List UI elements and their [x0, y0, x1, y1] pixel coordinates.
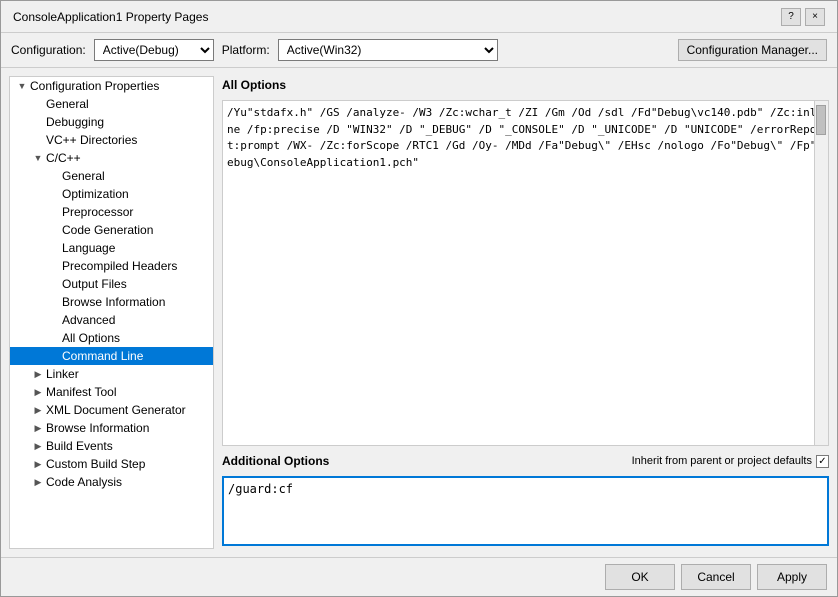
- main-content: ▼ Configuration Properties General Debug…: [1, 68, 837, 557]
- footer: OK Cancel Apply: [1, 557, 837, 596]
- scrollbar-track[interactable]: [814, 101, 828, 445]
- all-options-box: /Yu"stdafx.h" /GS /analyze- /W3 /Zc:wcha…: [222, 100, 829, 446]
- platform-label: Platform:: [222, 43, 270, 57]
- tree-item-manifest-tool[interactable]: ▶ Manifest Tool: [10, 383, 213, 401]
- all-options-text: /Yu"stdafx.h" /GS /analyze- /W3 /Zc:wcha…: [227, 106, 823, 169]
- expander-icon: ▶: [30, 477, 46, 488]
- tree-item-general[interactable]: General: [10, 95, 213, 113]
- tree-item-xml-doc-gen[interactable]: ▶ XML Document Generator: [10, 401, 213, 419]
- scrollbar-thumb: [816, 105, 826, 135]
- close-button[interactable]: ×: [805, 8, 825, 26]
- tree-item-preprocessor[interactable]: Preprocessor: [10, 203, 213, 221]
- tree-item-config-props[interactable]: ▼ Configuration Properties: [10, 77, 213, 95]
- tree-item-language[interactable]: Language: [10, 239, 213, 257]
- tree-item-output-files[interactable]: Output Files: [10, 275, 213, 293]
- apply-button[interactable]: Apply: [757, 564, 827, 590]
- additional-options-label: Additional Options: [222, 452, 329, 470]
- tree-item-optimization[interactable]: Optimization: [10, 185, 213, 203]
- tree-item-all-options[interactable]: All Options: [10, 329, 213, 347]
- config-bar: Configuration: Active(Debug) Platform: A…: [1, 33, 837, 68]
- tree-item-advanced[interactable]: Advanced: [10, 311, 213, 329]
- inherit-checkbox[interactable]: ✓: [816, 455, 829, 468]
- tree-item-vc-dirs[interactable]: VC++ Directories: [10, 131, 213, 149]
- expander-icon: ▶: [30, 459, 46, 470]
- property-pages-dialog: ConsoleApplication1 Property Pages ? × C…: [0, 0, 838, 597]
- tree-item-linker[interactable]: ▶ Linker: [10, 365, 213, 383]
- tree-item-code-analysis[interactable]: ▶ Code Analysis: [10, 473, 213, 491]
- title-bar: ConsoleApplication1 Property Pages ? ×: [1, 1, 837, 33]
- inherit-text: Inherit from parent or project defaults: [632, 455, 812, 467]
- ok-button[interactable]: OK: [605, 564, 675, 590]
- all-options-label: All Options: [222, 76, 829, 94]
- tree-item-debugging[interactable]: Debugging: [10, 113, 213, 131]
- expander-icon: ▶: [30, 423, 46, 434]
- inherit-label[interactable]: Inherit from parent or project defaults …: [632, 455, 829, 468]
- tree-item-c-cpp[interactable]: ▼ C/C++: [10, 149, 213, 167]
- tree-item-browse-info-cpp[interactable]: Browse Information: [10, 293, 213, 311]
- title-controls: ? ×: [781, 8, 825, 26]
- cancel-button[interactable]: Cancel: [681, 564, 751, 590]
- expander-icon: ▼: [30, 153, 46, 163]
- expander-icon: ▶: [30, 369, 46, 380]
- config-select[interactable]: Active(Debug): [94, 39, 214, 61]
- tree-item-command-line[interactable]: Command Line: [10, 347, 213, 365]
- help-button[interactable]: ?: [781, 8, 801, 26]
- config-manager-button[interactable]: Configuration Manager...: [678, 39, 827, 61]
- additional-options-header: Additional Options Inherit from parent o…: [222, 452, 829, 470]
- expander-icon: ▶: [30, 441, 46, 452]
- platform-select[interactable]: Active(Win32): [278, 39, 498, 61]
- expander-icon: ▼: [14, 81, 30, 91]
- tree-item-precompiled[interactable]: Precompiled Headers: [10, 257, 213, 275]
- tree-panel: ▼ Configuration Properties General Debug…: [9, 76, 214, 549]
- tree-item-cpp-general[interactable]: General: [10, 167, 213, 185]
- config-label: Configuration:: [11, 43, 86, 57]
- tree-item-custom-build[interactable]: ▶ Custom Build Step: [10, 455, 213, 473]
- tree-item-build-events[interactable]: ▶ Build Events: [10, 437, 213, 455]
- tree-item-code-gen[interactable]: Code Generation: [10, 221, 213, 239]
- additional-options-input[interactable]: /guard:cf: [222, 476, 829, 546]
- expander-icon: ▶: [30, 405, 46, 416]
- tree-item-browse-info[interactable]: ▶ Browse Information: [10, 419, 213, 437]
- expander-icon: ▶: [30, 387, 46, 398]
- additional-input-wrapper: /guard:cf: [222, 476, 829, 549]
- right-panel: All Options /Yu"stdafx.h" /GS /analyze- …: [222, 76, 829, 549]
- dialog-title: ConsoleApplication1 Property Pages: [13, 10, 208, 24]
